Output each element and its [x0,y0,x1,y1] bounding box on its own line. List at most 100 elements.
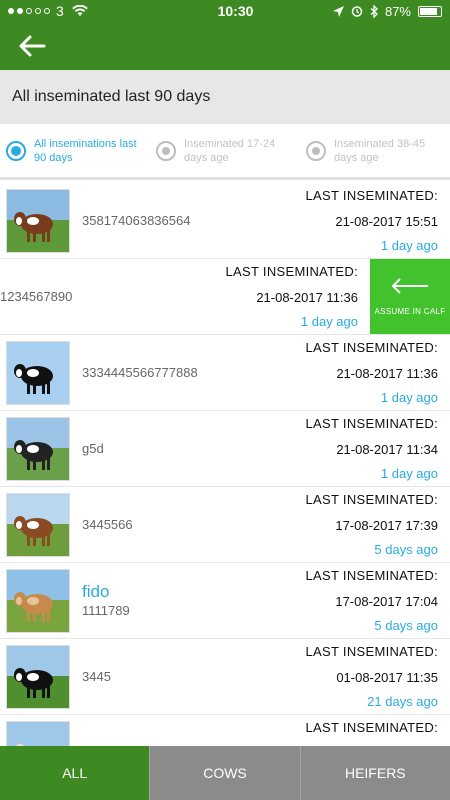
signal-dot [35,8,41,14]
location-icon [332,5,344,17]
insemination-info: LAST INSEMINATED: 21-08-2017 11:36 1 day a… [306,338,438,407]
filter-label: Inseminated 38-45 days age [334,137,426,164]
last-inseminated-label: LAST INSEMINATED: [305,188,438,203]
days-ago: 1 day ago [380,238,438,253]
filter-option[interactable]: All inseminations last 90 days [0,137,150,165]
list-item[interactable]: 3334445566777888 LAST INSEMINATED: 21-08-2… [0,335,450,411]
insemination-date: 21-08-2017 11:34 [336,442,438,457]
cow-photo-icon [7,570,69,632]
days-ago: 1 day ago [380,390,438,405]
list-item[interactable]: 3445 LAST INSEMINATED: 01-08-2017 11:35 21 … [0,639,450,715]
cow-photo-icon [7,418,69,480]
radio-button[interactable] [156,140,176,161]
last-inseminated-label: LAST INSEMINATED: [305,644,438,659]
cow-photo-icon [7,722,69,746]
last-inseminated-label: LAST INSEMINATED: [305,416,438,431]
list-item[interactable]: Charlene LAST INSEMINATED: [0,715,450,746]
filter-group: All inseminations last 90 days Inseminate… [0,124,450,180]
insemination-date: 21-08-2017 15:51 [335,214,438,229]
animal-identity: 3445566 [82,487,133,563]
list-item[interactable]: 3445566 LAST INSEMINATED: 17-08-2017 17:39… [0,487,450,563]
carrier-name: 3 [56,3,64,19]
status-time: 10:30 [217,3,254,19]
animal-identity: fido 1111789 [82,563,130,639]
avatar [6,569,70,633]
insemination-date: 21-08-2017 11:36 [256,290,358,305]
insemination-date: 21-08-2017 11:36 [336,366,438,381]
list-item[interactable]: 1234567890 LAST INSEMINATED: 21-08-2017 11… [0,259,450,335]
cow-photo-icon [7,494,69,556]
animal-name[interactable]: fido [82,582,130,602]
assume-in-calf-button[interactable]: ASSUME IN CALF [370,259,450,334]
signal-dot [8,8,14,14]
animal-tag-number: 1234567890 [0,289,73,304]
assume-in-calf-label: ASSUME IN CALF [374,306,446,316]
avatar [6,721,70,746]
list-item[interactable]: fido 1111789 LAST INSEMINATED: 17-08-2017 1… [0,563,450,639]
alarm-icon [351,6,363,17]
insemination-list[interactable]: 358174063836564 LAST INSEMINATED: 21-08-20… [0,183,450,746]
animal-identity: g5d [82,411,104,487]
avatar [6,493,70,557]
insemination-info: LAST INSEMINATED: 21-08-2017 11:36 1 day a… [226,262,358,331]
wifi-icon [71,5,88,16]
signal-dot [44,8,50,14]
battery-percent: 87% [384,3,411,19]
app-bar [0,22,450,70]
signal-area: 3 [8,3,168,19]
avatar [6,189,70,253]
animal-identity: 3445 [82,639,111,715]
animal-identity: 1234567890 [0,259,72,335]
arrow-left-icon[interactable] [18,34,46,58]
radio-dot [162,146,170,155]
animal-tag-number: 3334445566777888 [82,365,198,380]
days-ago: 21 days ago [367,694,438,709]
animal-tag-number: g5d [82,441,104,456]
radio-dot [11,145,21,156]
signal-dot [26,8,32,14]
animal-tag-number: 1111789 [82,603,130,618]
list-item[interactable]: 358174063836564 LAST INSEMINATED: 21-08-20… [0,183,450,259]
radio-button[interactable] [306,140,326,161]
cow-photo-icon [7,190,69,252]
last-inseminated-label: LAST INSEMINATED: [305,340,438,355]
tab-heifers[interactable]: HEIFERS [299,746,450,800]
avatar [6,417,70,481]
days-ago: 5 days ago [374,618,438,633]
last-inseminated-label: LAST INSEMINATED: [305,720,438,735]
signal-dot [17,8,23,14]
insemination-info: LAST INSEMINATED: 17-08-2017 17:39 5 days … [306,490,438,559]
animal-identity: Charlene [82,715,151,746]
last-inseminated-label: LAST INSEMINATED: [225,264,358,279]
arrow-left-icon [391,277,428,294]
bluetooth-icon [370,4,378,18]
filter-label: All inseminations last 90 days [34,137,137,164]
insemination-date: 17-08-2017 17:04 [335,594,438,609]
avatar [6,645,70,709]
animal-identity: 3334445566777888 [82,335,198,411]
insemination-info: LAST INSEMINATED: 21-08-2017 15:51 1 day a… [306,186,438,255]
insemination-info: LAST INSEMINATED: 17-08-2017 17:04 5 days … [306,566,438,635]
insemination-info: LAST INSEMINATED: 21-08-2017 11:34 1 day a… [306,414,438,483]
page-title: All inseminated last 90 days [0,70,450,124]
animal-tag-number: 3445 [82,669,111,684]
radio-button[interactable] [6,140,26,161]
bottom-tab-bar: ALL COWS HEIFERS [0,746,450,800]
status-right: 87% [332,3,442,19]
tab-cows[interactable]: COWS [149,746,300,800]
battery-icon [418,5,442,17]
insemination-date: 01-08-2017 11:35 [336,670,438,685]
filter-label: Inseminated 17-24 days age [184,137,276,164]
insemination-info: LAST INSEMINATED: [306,718,438,738]
filter-option[interactable]: Inseminated 17-24 days age [150,137,300,165]
animal-tag-number: 3445566 [82,517,133,532]
radio-dot [312,146,320,155]
days-ago: 1 day ago [380,466,438,481]
insemination-info: LAST INSEMINATED: 01-08-2017 11:35 21 days… [306,642,438,711]
tab-all[interactable]: ALL [0,746,150,800]
animal-tag-number: 358174063836564 [82,213,191,228]
battery-fill [420,7,438,15]
filter-option[interactable]: Inseminated 38-45 days age [300,137,450,165]
insemination-date: 17-08-2017 17:39 [335,518,438,533]
list-item[interactable]: g5d LAST INSEMINATED: 21-08-2017 11:34 1 da… [0,411,450,487]
